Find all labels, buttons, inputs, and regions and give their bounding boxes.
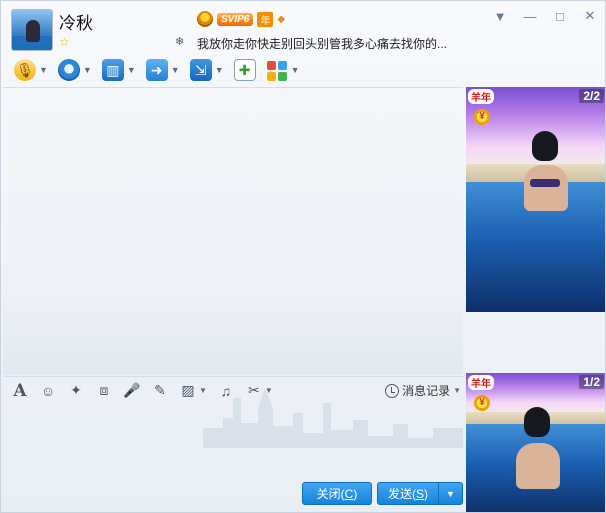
file-transfer-button[interactable]: ➜ ▼	[143, 57, 183, 83]
window-menu-button[interactable]: ▼	[491, 7, 509, 25]
contact-nickname[interactable]: 冷秋	[59, 9, 93, 34]
window-controls: ▼ — □ ✕	[491, 7, 599, 25]
microphone-icon: 🎙	[14, 59, 36, 81]
edit-icon[interactable]: ✎	[151, 382, 169, 400]
voice-message-icon[interactable]: 🎤	[123, 382, 141, 400]
chevron-down-icon[interactable]: ▼	[127, 65, 136, 75]
maximize-button[interactable]: □	[551, 7, 569, 25]
chat-window: 冷秋 ☆ SVIP6 年 ◆ ❄ 我放你走你快走别回头别管我多心痛去找你的...…	[0, 0, 606, 513]
my-show-photo[interactable]: 羊年 ¥ 1/2	[466, 373, 605, 512]
shake-window-icon[interactable]: ⧈	[95, 382, 113, 400]
font-icon[interactable]: A	[11, 381, 29, 401]
chat-header: 冷秋 ☆ SVIP6 年 ◆ ❄ 我放你走你快走别回头别管我多心痛去找你的...…	[1, 1, 605, 53]
chevron-down-icon[interactable]: ▼	[83, 65, 92, 75]
year-logo: 羊年	[468, 375, 494, 390]
photo-counter: 2/2	[579, 89, 604, 103]
chevron-down-icon[interactable]: ▼	[199, 386, 207, 395]
contact-show-photo[interactable]: 羊年 ¥ 2/2	[466, 87, 605, 312]
emoji-icon[interactable]: ☺	[39, 382, 57, 400]
chat-add-icon: ✚	[233, 59, 256, 81]
vip-badge[interactable]: SVIP6	[217, 12, 254, 26]
photo-counter: 1/2	[579, 375, 604, 389]
video-call-button[interactable]: ▼	[55, 57, 95, 83]
remote-screen-icon: ⇲	[189, 59, 212, 81]
presentation-icon: ▥	[101, 59, 124, 81]
star-icon[interactable]: ☆	[59, 35, 70, 49]
format-toolbar: A ☺ ✦ ⧈ 🎤 ✎ ▨ ▼ ♫ ✂ ▼ 消息记录 ▼	[3, 376, 463, 404]
screen-share-button[interactable]: ▥ ▼	[99, 57, 139, 83]
message-input[interactable]	[3, 404, 463, 478]
clock-icon	[385, 383, 400, 398]
close-window-button[interactable]: ✕	[581, 7, 599, 25]
year-vip-badge[interactable]: 年	[257, 11, 274, 27]
chevron-down-icon[interactable]: ▼	[215, 65, 224, 75]
chevron-down-icon[interactable]: ▼	[291, 65, 300, 75]
apps-grid-icon	[266, 59, 288, 81]
minimize-button[interactable]: —	[521, 7, 539, 25]
message-history-button[interactable]: 消息记录 ▼	[385, 382, 461, 399]
history-label: 消息记录	[402, 384, 451, 398]
image-icon[interactable]: ▨	[179, 382, 197, 400]
voice-call-button[interactable]: 🎙 ▼	[11, 57, 51, 83]
contact-signature[interactable]: 我放你走你快走别回头别管我多心痛去找你的...	[197, 35, 447, 52]
upgrade-icon[interactable]: ◆	[277, 14, 285, 25]
scissors-icon[interactable]: ✂	[245, 382, 263, 400]
qq-penguin-icon[interactable]	[197, 11, 213, 27]
folder-arrow-icon: ➜	[145, 59, 168, 81]
new-chat-button[interactable]: ✚	[231, 57, 259, 83]
apps-button[interactable]: ▼	[263, 57, 303, 83]
coin-icon: ¥	[474, 395, 490, 411]
year-logo: 羊年	[468, 89, 494, 104]
coin-icon: ¥	[474, 109, 490, 125]
chat-toolbar: 🎙 ▼ ▼ ▥ ▼ ➜ ▼ ⇲ ▼ ✚ ▼	[1, 55, 605, 85]
chevron-down-icon: ▼	[446, 488, 455, 499]
chevron-down-icon[interactable]: ▼	[453, 386, 461, 395]
chevron-down-icon[interactable]: ▼	[171, 65, 180, 75]
send-button[interactable]: 发送(S)	[377, 482, 439, 505]
snowflake-icon: ❄	[175, 36, 185, 48]
message-history-area[interactable]	[3, 87, 463, 448]
close-button[interactable]: 关闭(C)	[302, 482, 372, 505]
chevron-down-icon[interactable]: ▼	[265, 386, 273, 395]
webcam-icon	[57, 59, 80, 81]
send-options-button[interactable]: ▼	[438, 482, 463, 505]
remote-desktop-button[interactable]: ⇲ ▼	[187, 57, 227, 83]
contact-avatar[interactable]	[11, 9, 53, 51]
vip-badges: SVIP6 年 ◆	[197, 11, 285, 27]
magic-wand-icon[interactable]: ✦	[67, 382, 85, 400]
chevron-down-icon[interactable]: ▼	[39, 65, 48, 75]
music-icon[interactable]: ♫	[217, 382, 235, 400]
